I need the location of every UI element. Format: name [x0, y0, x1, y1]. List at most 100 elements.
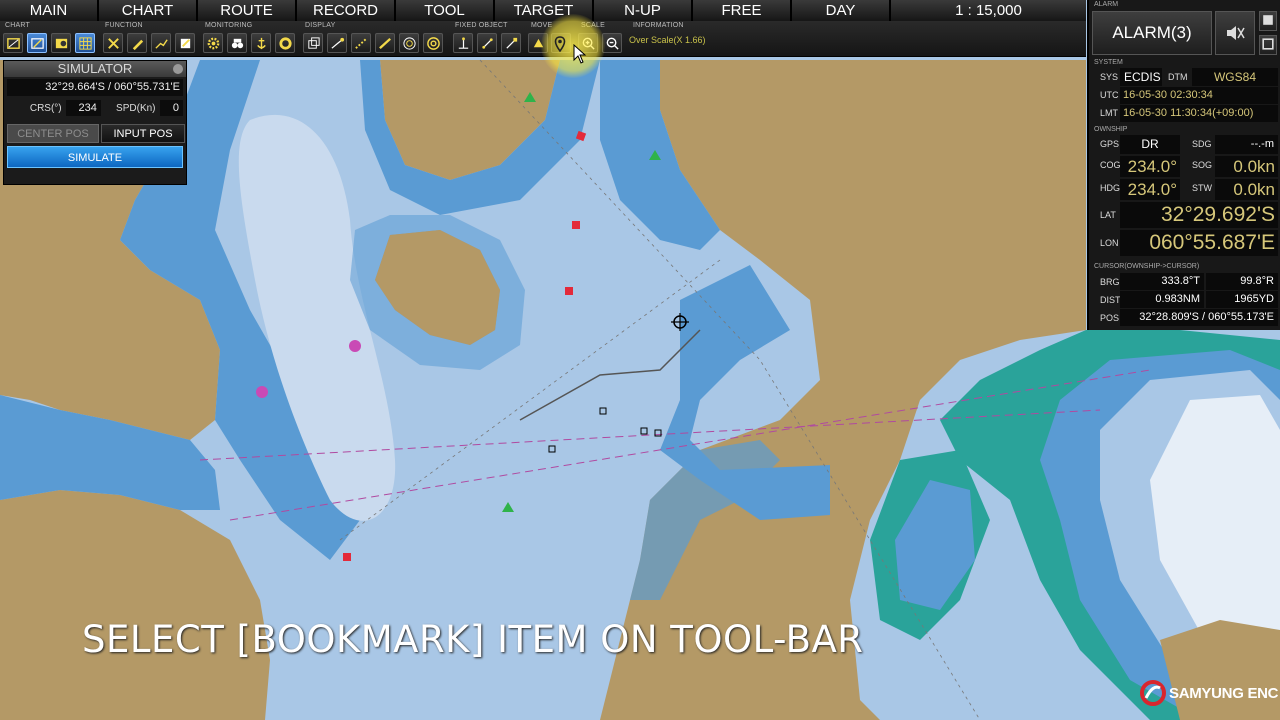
location-pin-icon [554, 36, 566, 52]
brg-rel-value: 99.8°R [1206, 273, 1278, 290]
zoom-out-icon[interactable] [602, 33, 622, 53]
close-icon[interactable] [173, 64, 183, 74]
lon-value: 060°55.687'E [1120, 230, 1278, 256]
scale-display[interactable]: 1 : 15,000 [891, 0, 1086, 21]
stw-label: STW [1192, 183, 1212, 193]
fixed-object-1-icon[interactable] [453, 33, 473, 53]
hdg-label: HDG [1100, 183, 1120, 193]
menu-main[interactable]: MAIN [0, 0, 99, 21]
spd-label: SPD(Kn) [116, 102, 156, 114]
alarm-section-label: ALARM [1094, 1, 1119, 8]
bookmark-button-highlighted[interactable] [549, 33, 571, 55]
lat-value: 32°29.692'S [1120, 202, 1278, 228]
cursor-pos-value: 32°28.809'S / 060°55.173'E [1120, 309, 1278, 326]
group-label-chart: CHART [5, 22, 30, 29]
gps-value: DR [1120, 135, 1180, 154]
dist-label: DIST [1100, 295, 1121, 305]
crs-input[interactable]: 234 [65, 100, 101, 116]
group-label-fixed-object: FIXED OBJECT [455, 22, 508, 29]
menu-free[interactable]: FREE [693, 0, 792, 21]
menu-chart[interactable]: CHART [99, 0, 198, 21]
cog-value: 234.0° [1120, 156, 1180, 177]
route-display-icon[interactable] [327, 33, 347, 53]
save-small-button[interactable] [1259, 11, 1277, 31]
sdg-value: --.-m [1215, 135, 1278, 154]
gps-label: GPS [1100, 139, 1120, 149]
track-icon[interactable] [351, 33, 371, 53]
fixed-object-2-icon[interactable] [477, 33, 497, 53]
target-rings-icon[interactable] [423, 33, 443, 53]
magenta-light [256, 386, 268, 398]
hdg-value: 234.0° [1120, 179, 1180, 200]
mouse-pointer-icon [573, 44, 587, 64]
dtm-label: DTM [1168, 72, 1188, 82]
fixed-object-3-icon[interactable] [501, 33, 521, 53]
center-pos-button[interactable]: CENTER POS [7, 124, 99, 143]
brg-label: BRG [1100, 277, 1120, 287]
mute-button[interactable] [1215, 11, 1255, 55]
lon-label: LON [1100, 238, 1119, 248]
menu-north-up[interactable]: N-UP [594, 0, 693, 21]
simulator-title-bar: SIMULATOR [4, 61, 186, 77]
system-section-label: SYSTEM [1094, 59, 1123, 66]
anchor-icon[interactable] [251, 33, 271, 53]
utc-value: 16-05-30 02:30:34 [1120, 87, 1278, 104]
radar-icon[interactable] [399, 33, 419, 53]
simulate-button[interactable]: SIMULATE [7, 146, 183, 168]
magenta-light [349, 340, 361, 352]
spd-input[interactable]: 0 [159, 100, 184, 116]
crs-label: CRS(°) [29, 102, 62, 114]
chart-edit-icon[interactable] [27, 33, 47, 53]
utc-label: UTC [1100, 90, 1119, 100]
route-edit-icon[interactable] [151, 33, 171, 53]
lmt-label: LMT [1100, 108, 1118, 118]
lifebuoy-icon[interactable] [275, 33, 295, 53]
group-label-display: DISPLAY [305, 22, 336, 29]
menu-record[interactable]: RECORD [297, 0, 396, 21]
gear-icon[interactable] [203, 33, 223, 53]
ownship-section-label: OWNSHIP [1094, 126, 1128, 133]
group-label-information: INFORMATION [633, 22, 684, 29]
simulator-title: SIMULATOR [57, 61, 133, 76]
speaker-mute-icon [1227, 26, 1245, 40]
sdg-label: SDG [1192, 139, 1212, 149]
menu-route[interactable]: ROUTE [198, 0, 297, 21]
chart-info-icon[interactable] [51, 33, 71, 53]
sys-value: ECDIS [1120, 68, 1162, 86]
lmt-value: 16-05-30 11:30:34(+09:00) [1120, 105, 1278, 122]
input-pos-button[interactable]: INPUT POS [101, 124, 185, 143]
chart-grid-icon[interactable] [75, 33, 95, 53]
menu-tool[interactable]: TOOL [396, 0, 495, 21]
alarm-button[interactable]: ALARM(3) [1092, 11, 1212, 55]
stw-value: 0.0kn [1215, 179, 1278, 200]
layers-icon[interactable] [303, 33, 323, 53]
over-scale-info: Over Scale(X 1.66) [629, 35, 706, 45]
toolbar-group-monitoring: MONITORING [200, 21, 300, 57]
status-panel: ALARM ALARM(3) SYSTEM SYS ECDIS DTM WGS8… [1087, 0, 1280, 330]
brand-logo: SAMYUNG ENC [1140, 680, 1279, 706]
simulator-position: 32°29.664'S / 060°55.731'E [7, 79, 183, 96]
lat-label: LAT [1100, 210, 1116, 220]
samyung-logo-icon [1140, 680, 1166, 706]
tools-icon[interactable] [103, 33, 123, 53]
dtm-value: WGS84 [1192, 68, 1278, 86]
ruler-icon[interactable] [375, 33, 395, 53]
pos-label: POS [1100, 313, 1120, 323]
red-buoy [343, 553, 351, 561]
dist-yd-value: 1965YD [1206, 291, 1278, 308]
pencil-icon[interactable] [127, 33, 147, 53]
chart-open-icon[interactable] [3, 33, 23, 53]
tutorial-caption: SELECT [BOOKMARK] ITEM ON TOOL-BAR [82, 618, 864, 661]
note-edit-icon[interactable] [175, 33, 195, 53]
sys-label: SYS [1100, 72, 1119, 82]
menu-day[interactable]: DAY [792, 0, 891, 21]
red-buoy [572, 221, 580, 229]
binoculars-icon[interactable] [227, 33, 247, 53]
toolbar-group-fixed-object: FIXED OBJECT [450, 21, 526, 57]
group-label-function: FUNCTION [105, 22, 143, 29]
cursor-section-label: CURSOR(OWNSHIP->CURSOR) [1094, 263, 1200, 270]
panel-toggle-button[interactable] [1259, 35, 1277, 55]
dist-nm-value: 0.983NM [1120, 291, 1204, 308]
toolbar-group-chart: CHART [0, 21, 100, 57]
cog-label: COG [1100, 160, 1121, 170]
